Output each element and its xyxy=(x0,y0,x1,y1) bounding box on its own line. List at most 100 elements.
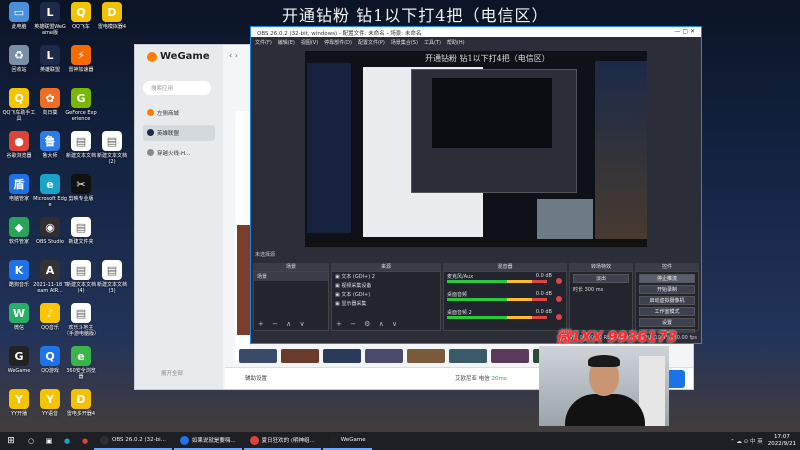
desktop-icon[interactable]: ▤ 新建文本文档 (3) xyxy=(95,260,129,294)
desktop-icon[interactable]: L 英雄联盟 xyxy=(33,45,67,73)
desktop-icon[interactable]: G GeForce Experience xyxy=(64,88,98,122)
wegame-sidebar-item[interactable]: 英雄联盟 xyxy=(143,125,215,141)
desktop-icon[interactable]: K 酷狗音乐 xyxy=(2,260,36,288)
speaker-icon[interactable] xyxy=(556,314,562,320)
search-icon[interactable]: ○ xyxy=(22,432,40,450)
volume-meter[interactable] xyxy=(447,298,547,301)
desktop-icon[interactable]: L 英雄联盟WeGame版 xyxy=(33,2,67,36)
desktop-icon[interactable]: ✿ 向日葵 xyxy=(33,88,67,116)
desktop-icon-label: 此电脑 xyxy=(11,24,27,30)
controls-header: 控件 xyxy=(635,263,699,271)
source-item[interactable]: ▣ 视频采集设备 xyxy=(332,281,440,290)
source-item[interactable]: ▣ 文本 (GDI+) xyxy=(332,290,440,299)
desktop-icon[interactable]: ▤ 新建文本文档 (4) xyxy=(64,260,98,294)
obs-window-controls[interactable]: — ▢ ✕ xyxy=(674,28,695,35)
desktop-icon[interactable]: e 360安全浏览器 xyxy=(64,346,98,380)
preview-taskbar xyxy=(305,239,647,247)
scene-item[interactable]: 场景 xyxy=(254,272,328,281)
obs-preview[interactable]: 开通钻粉 钻1以下打4把（电信区） xyxy=(305,51,647,247)
clock[interactable]: 17:07 2022/9/21 xyxy=(768,434,796,448)
tray-icons[interactable]: ⌃ ☁ ⊙ 中 英 xyxy=(730,437,763,445)
wegame-sidebar-item[interactable]: 穿越火线-H... xyxy=(143,145,215,161)
source-tools[interactable]: + − ⚙ ∧ ∨ xyxy=(336,320,400,328)
desktop-icon[interactable]: 盾电脑管家 xyxy=(2,174,36,202)
wegame-expand-all[interactable]: 展开全部 xyxy=(161,369,183,377)
desktop-icon[interactable]: ♻ 回收站 xyxy=(2,45,36,73)
desktop-icon[interactable]: ♪ QQ音乐 xyxy=(33,303,67,331)
wegame-nav-arrows[interactable]: ‹ › xyxy=(229,51,238,60)
wegame-search-input[interactable]: 搜索应用 xyxy=(143,81,211,95)
speaker-icon[interactable] xyxy=(556,296,562,302)
desktop-icon[interactable]: ▤ 新建文件夹 xyxy=(64,217,98,245)
desktop-icon[interactable]: G WeGame xyxy=(2,346,36,374)
app-icon: ▤ xyxy=(71,217,91,237)
chrome-icon[interactable]: ● xyxy=(76,432,94,450)
no-source-label: 未选择源 xyxy=(255,252,276,258)
obs-control-button[interactable]: 停止推流 xyxy=(639,274,695,283)
transition-duration[interactable]: 时长 300 ms xyxy=(570,285,632,294)
game-icon xyxy=(147,149,154,156)
desktop-icon[interactable]: D 雷电多开器4 xyxy=(64,389,98,417)
app-icon: ✂ xyxy=(71,174,91,194)
desktop-icon[interactable]: ● 谷歌浏览器 xyxy=(2,131,36,159)
obs-menu-item[interactable]: 停靠部件(D) xyxy=(324,39,352,46)
desktop-icon[interactable]: Y YY开播 xyxy=(2,389,36,417)
obs-menu-item[interactable]: 场景集合(S) xyxy=(391,39,418,46)
obs-menu-item[interactable]: 文件(F) xyxy=(255,39,272,46)
watermark-text: 微1XX 9936173 xyxy=(556,328,677,346)
desktop-icon[interactable]: Y YY语音 xyxy=(33,389,67,417)
desktop-icon[interactable]: e Microsoft Edge xyxy=(33,174,67,208)
desktop-icon-label: 鲁大师 xyxy=(42,153,58,159)
transition-type-select[interactable]: 淡出 xyxy=(573,274,629,283)
taskbar-app[interactable]: 如果说就是要嗨... xyxy=(173,432,242,450)
taskbar-app[interactable]: 夏日狂欢的 (明神组... xyxy=(243,432,321,450)
desktop-icon[interactable]: ▭ 此电脑 xyxy=(2,2,36,30)
source-item[interactable]: ▣ 显示器采集 xyxy=(332,299,440,308)
obs-menu-item[interactable]: 视图(V) xyxy=(301,39,318,46)
scene-tools[interactable]: + − ∧ ∨ xyxy=(258,320,308,328)
desktop-icon[interactable]: ⚡ 雷神加速器 xyxy=(64,45,98,73)
obs-control-button[interactable]: 工作室模式 xyxy=(639,307,695,316)
taskbar-app[interactable]: WeGame xyxy=(322,432,372,450)
game-icon xyxy=(147,129,154,136)
desktop-icon[interactable]: 鲁鲁大师 xyxy=(33,131,67,159)
preview-wallpaper xyxy=(595,61,647,247)
obs-menu-item[interactable]: 配置文件(P) xyxy=(358,39,385,46)
obs-control-button[interactable]: 启动虚拟摄像机 xyxy=(639,296,695,305)
desktop-icon[interactable]: D 雷电模拟器4 xyxy=(95,2,129,30)
desktop-icon-label: 欢乐斗地主（手游电脑版） xyxy=(64,325,100,337)
desktop-icon[interactable]: A 2021-11-18 Team AIR... xyxy=(33,260,67,294)
obs-window[interactable]: OBS 26.0.2 (32-bit, windows) - 配置文件: 未命名… xyxy=(250,26,702,344)
desktop-icon[interactable]: W 微信 xyxy=(2,303,36,331)
assist-settings-link[interactable]: 辅助设置 xyxy=(245,374,267,382)
region-selector[interactable]: 艾欧尼亚 电信 20ms xyxy=(455,374,507,382)
source-item[interactable]: ▣ 文本 (GDI+) 2 xyxy=(332,272,440,281)
app-icon: ▤ xyxy=(102,131,122,151)
taskbar-app[interactable]: OBS 26.0.2 (32-bi... xyxy=(94,432,172,450)
desktop-icon-label: 新建文本文档 (3) xyxy=(96,282,127,294)
obs-menu-item[interactable]: 帮助(H) xyxy=(447,39,465,46)
obs-menu-item[interactable]: 编辑(E) xyxy=(278,39,295,46)
obs-menu-item[interactable]: 工具(T) xyxy=(424,39,441,46)
desktop-icon[interactable]: ▤ 欢乐斗地主（手游电脑版） xyxy=(64,303,100,337)
wegame-sidebar-item[interactable]: 左侧商城 xyxy=(143,105,215,121)
obs-control-button[interactable]: 开始录制 xyxy=(639,285,695,294)
edge-icon[interactable]: ● xyxy=(58,432,76,450)
volume-meter[interactable] xyxy=(447,280,547,283)
desktop-icon[interactable]: ◉ OBS Studio xyxy=(33,217,67,245)
desktop-icon[interactable]: ▤ 新建文本文档 (2) xyxy=(95,131,129,165)
desktop-icon-label: YY语音 xyxy=(41,411,59,417)
app-icon: K xyxy=(9,260,29,280)
windows-start-icon[interactable]: ⊞ xyxy=(0,432,22,450)
desktop-icon[interactable]: Q QQ游戏 xyxy=(33,346,67,374)
desktop-icon[interactable]: ✂ 剪映专业版 xyxy=(64,174,98,202)
volume-meter[interactable] xyxy=(447,316,547,319)
desktop-icon-label: 向日葵 xyxy=(42,110,58,116)
desktop-icon-label: 新建文本文档 xyxy=(65,153,96,159)
speaker-icon[interactable] xyxy=(556,278,562,284)
task-view-icon[interactable]: ▣ xyxy=(40,432,58,450)
desktop-icon[interactable]: Q QQ飞车助手工具 xyxy=(2,88,36,122)
desktop-icon[interactable]: ▤ 新建文本文档 xyxy=(64,131,98,159)
desktop-icon[interactable]: Q QQ飞车 xyxy=(64,2,98,30)
desktop-icon[interactable]: ◆ 软件管家 xyxy=(2,217,36,245)
